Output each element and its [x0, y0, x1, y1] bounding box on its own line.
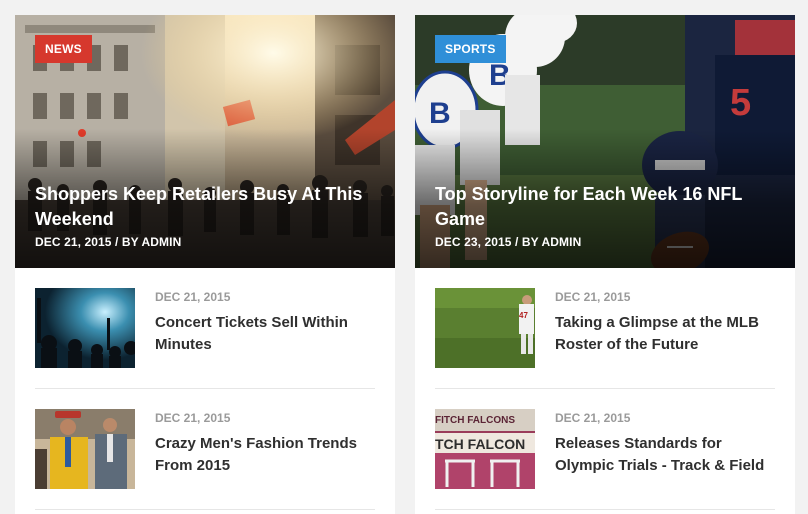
- divider: [435, 388, 775, 389]
- post-date: DEC 21, 2015: [155, 411, 231, 425]
- thumbnail-fashion[interactable]: [35, 409, 135, 489]
- post-title[interactable]: Taking a Glimpse at the MLB Roster of th…: [555, 312, 775, 356]
- list-item[interactable]: FITCH FALCONS TCH FALCON DEC 21, 2015 Re…: [435, 409, 775, 514]
- baseball-image: 47: [435, 288, 535, 368]
- thumbnail-baseball[interactable]: 47: [435, 288, 535, 368]
- divider: [435, 509, 775, 510]
- post-title[interactable]: Concert Tickets Sell Within Minutes: [155, 312, 375, 356]
- thumbnail-concert[interactable]: [35, 288, 135, 368]
- featured-post-title[interactable]: Top Storyline for Each Week 16 NFL Game: [435, 182, 775, 232]
- featured-post-meta: DEC 21, 2015 / BY ADMIN: [35, 235, 182, 249]
- right-post-column: B B 5: [415, 15, 795, 514]
- post-date: DEC 21, 2015: [155, 290, 231, 304]
- post-title[interactable]: Releases Standards for Olympic Trials - …: [555, 433, 775, 477]
- category-badge-sports[interactable]: SPORTS: [435, 35, 506, 63]
- track-image: FITCH FALCONS TCH FALCON: [435, 409, 535, 489]
- list-item[interactable]: DEC 21, 2015 Crazy Men's Fashion Trends …: [35, 409, 375, 514]
- banner-text-top: FITCH FALCONS: [435, 415, 515, 426]
- left-post-column: NEWS Shoppers Keep Retailers Busy At Thi…: [15, 15, 395, 514]
- player-number: 47: [519, 311, 528, 320]
- fashion-image: [35, 409, 135, 489]
- divider: [35, 509, 375, 510]
- featured-post-meta: DEC 23, 2015 / BY ADMIN: [435, 235, 582, 249]
- post-date: DEC 21, 2015: [555, 290, 631, 304]
- list-item[interactable]: 47 DEC 21, 2015 Taking a Glimpse at the …: [435, 288, 775, 409]
- banner-text-bottom: TCH FALCON: [435, 436, 525, 452]
- featured-post-sports[interactable]: B B 5: [415, 15, 795, 268]
- featured-post-title[interactable]: Shoppers Keep Retailers Busy At This Wee…: [35, 182, 375, 232]
- category-badge-news[interactable]: NEWS: [35, 35, 92, 63]
- post-title[interactable]: Crazy Men's Fashion Trends From 2015: [155, 433, 375, 477]
- post-date: DEC 21, 2015: [555, 411, 631, 425]
- thumbnail-track[interactable]: FITCH FALCONS TCH FALCON: [435, 409, 535, 489]
- concert-image: [35, 288, 135, 368]
- divider: [35, 388, 375, 389]
- featured-post-news[interactable]: NEWS Shoppers Keep Retailers Busy At Thi…: [15, 15, 395, 268]
- list-item[interactable]: DEC 21, 2015 Concert Tickets Sell Within…: [35, 288, 375, 409]
